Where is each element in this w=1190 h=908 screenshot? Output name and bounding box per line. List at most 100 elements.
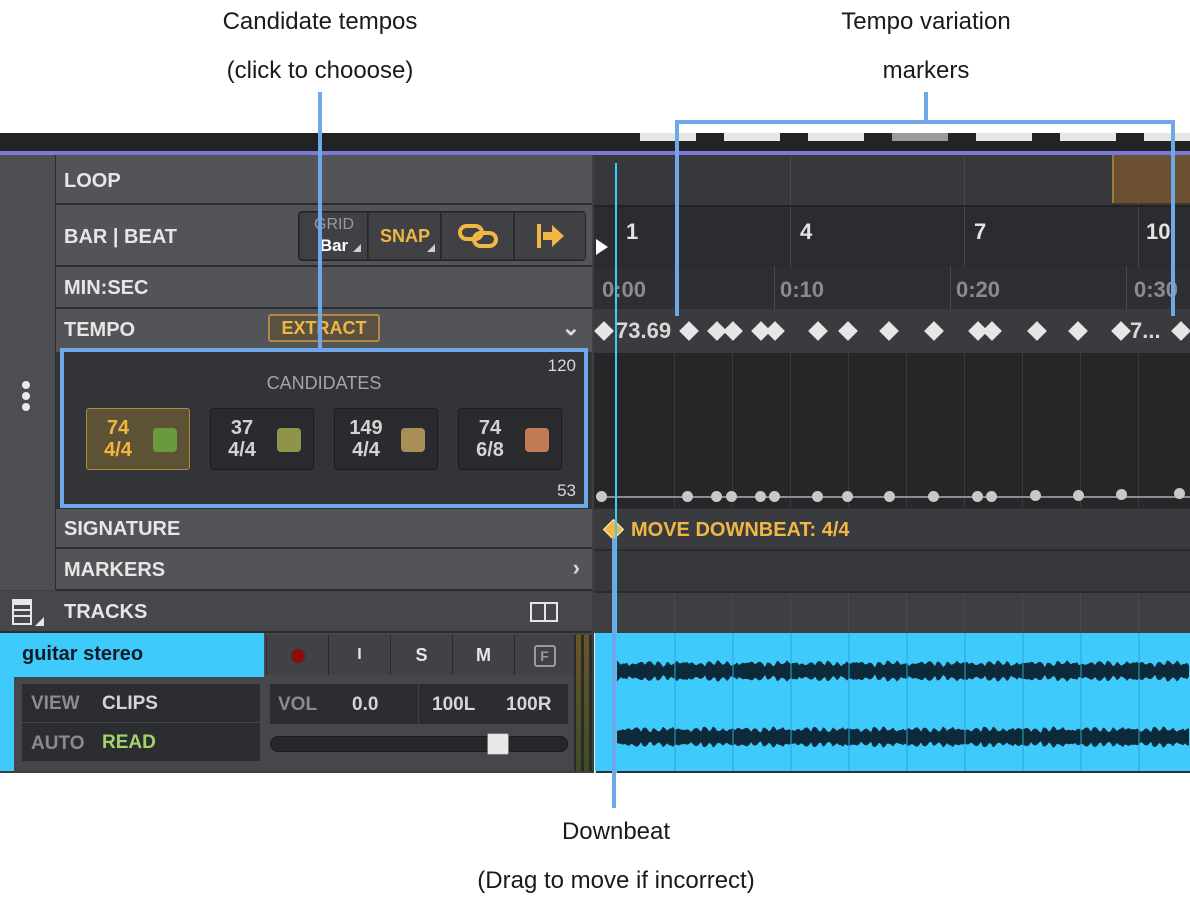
- tempo-node[interactable]: [928, 491, 939, 502]
- tempo-row: TEMPO EXTRACT ⌄: [56, 309, 592, 353]
- tempo-node[interactable]: [972, 491, 983, 502]
- snap-button[interactable]: SNAP: [369, 213, 441, 259]
- tempo-marker[interactable]: [765, 321, 785, 341]
- follow-button[interactable]: [515, 213, 585, 259]
- chevron-down-icon[interactable]: ⌄: [562, 315, 580, 341]
- panel-toggle-icon[interactable]: [530, 602, 558, 622]
- tempo-node[interactable]: [986, 491, 997, 502]
- waveform: [615, 633, 1189, 771]
- sec-0: 0:00: [602, 277, 647, 302]
- callout-line-candidates: [318, 92, 322, 350]
- tracks-lane: [594, 591, 1190, 635]
- barbeat-row: BAR | BEAT GRID Bar SNAP: [56, 205, 592, 267]
- mute-button[interactable]: M: [452, 635, 514, 675]
- markers-label: MARKERS: [64, 559, 166, 581]
- tempo-last-value: 7...: [1130, 318, 1161, 343]
- bar-10: 10: [1146, 219, 1171, 244]
- tempo-node[interactable]: [1174, 488, 1185, 499]
- tempo-marker[interactable]: [808, 321, 828, 341]
- top-toolbar: [0, 133, 1190, 152]
- view-row[interactable]: VIEW CLIPS: [22, 684, 260, 722]
- link-button[interactable]: [442, 213, 514, 259]
- callout-downbeat-line1: Downbeat: [561, 818, 671, 845]
- freeze-icon: F: [533, 645, 556, 668]
- callout-bracket-left: [675, 120, 679, 316]
- grid-snap-group: GRID Bar SNAP: [298, 211, 586, 261]
- signature-lane[interactable]: MOVE DOWNBEAT: 4/4: [594, 507, 1190, 549]
- waveform-channel-0: [615, 660, 1189, 682]
- audio-clip[interactable]: [595, 633, 1190, 771]
- bar-lane[interactable]: 1 4 7 10: [594, 205, 1190, 269]
- tempo-node[interactable]: [1073, 490, 1084, 501]
- pan-left-value[interactable]: 100L: [432, 694, 475, 716]
- tempo-marker[interactable]: [879, 321, 899, 341]
- candidates-highlight-box: [60, 348, 588, 508]
- tempo-marker[interactable]: [838, 321, 858, 341]
- tempo-marker[interactable]: [723, 321, 743, 341]
- loop-region[interactable]: [1112, 155, 1190, 203]
- tempo-node[interactable]: [1030, 490, 1041, 501]
- barbeat-label: BAR | BEAT: [64, 226, 177, 248]
- vertical-ellipsis-icon[interactable]: [20, 381, 32, 414]
- playhead-marker-icon[interactable]: [596, 239, 608, 255]
- input-monitor-button[interactable]: I: [328, 635, 390, 675]
- volume-pan-row: VOL 0.0 100L 100R: [270, 684, 568, 724]
- track-name[interactable]: guitar stereo: [14, 633, 264, 677]
- markers-lane[interactable]: [594, 549, 1190, 591]
- grid-button[interactable]: GRID Bar: [300, 213, 368, 259]
- record-arm-button[interactable]: [266, 635, 328, 675]
- volume-value[interactable]: 0.0: [352, 694, 378, 716]
- tempo-node[interactable]: [596, 491, 607, 502]
- tempo-marker[interactable]: [679, 321, 699, 341]
- callout-candidate-line2: (click to chooose): [226, 57, 414, 84]
- extract-button[interactable]: EXTRACT: [268, 314, 380, 342]
- level-meter: [574, 635, 592, 771]
- tempo-node[interactable]: [769, 491, 780, 502]
- tempo-marker[interactable]: [1068, 321, 1088, 341]
- tempo-node[interactable]: [842, 491, 853, 502]
- tempo-graph-lane[interactable]: [594, 353, 1190, 507]
- solo-button[interactable]: S: [390, 635, 452, 675]
- track-color-strip: [0, 633, 14, 771]
- tempo-node[interactable]: [726, 491, 737, 502]
- sec-20: 0:20: [956, 277, 1001, 302]
- tempo-node[interactable]: [1116, 489, 1127, 500]
- callout-bracket-right: [1171, 120, 1175, 316]
- downbeat-marker[interactable]: [602, 518, 625, 541]
- tempo-marker[interactable]: [924, 321, 944, 341]
- callout-variation-line2: markers: [882, 57, 970, 84]
- track-list-icon[interactable]: [12, 599, 32, 625]
- auto-label: AUTO: [31, 733, 85, 754]
- sec-10: 0:10: [780, 277, 825, 302]
- bar-1: 1: [626, 219, 639, 244]
- auto-row[interactable]: AUTO READ: [22, 723, 260, 761]
- minsec-label: MIN:SEC: [64, 277, 149, 299]
- tempo-marker[interactable]: [982, 321, 1002, 341]
- tempo-node[interactable]: [711, 491, 722, 502]
- pan-right-value[interactable]: 100R: [506, 694, 551, 716]
- seconds-lane[interactable]: 0:00 0:10 0:20 0:30: [594, 267, 1190, 309]
- grid-dropdown-icon: [353, 244, 361, 252]
- tempo-marker-lane[interactable]: 73.69 7...: [594, 309, 1190, 353]
- callout-candidate-line1: Candidate tempos: [222, 8, 418, 35]
- loop-row: LOOP: [56, 155, 592, 205]
- tempo-marker[interactable]: [1171, 321, 1190, 341]
- loop-lane[interactable]: [594, 155, 1190, 205]
- tempo-marker[interactable]: [594, 321, 614, 341]
- volume-label: VOL: [278, 694, 318, 715]
- tracks-header-row: TRACKS: [0, 591, 592, 633]
- volume-fader-knob[interactable]: [487, 733, 509, 755]
- tempo-node[interactable]: [812, 491, 823, 502]
- grid-label: GRID: [314, 216, 354, 233]
- callout-bracket-top: [675, 120, 1175, 124]
- signature-row: SIGNATURE: [56, 507, 592, 549]
- tempo-node[interactable]: [884, 491, 895, 502]
- tempo-marker[interactable]: [1027, 321, 1047, 341]
- volume-fader[interactable]: [270, 733, 568, 755]
- freeze-button[interactable]: F: [514, 635, 574, 675]
- chevron-right-icon[interactable]: ›: [573, 555, 580, 581]
- tempo-marker[interactable]: [1111, 321, 1131, 341]
- tempo-node[interactable]: [755, 491, 766, 502]
- tempo-node[interactable]: [682, 491, 693, 502]
- snap-dropdown-icon: [427, 244, 435, 252]
